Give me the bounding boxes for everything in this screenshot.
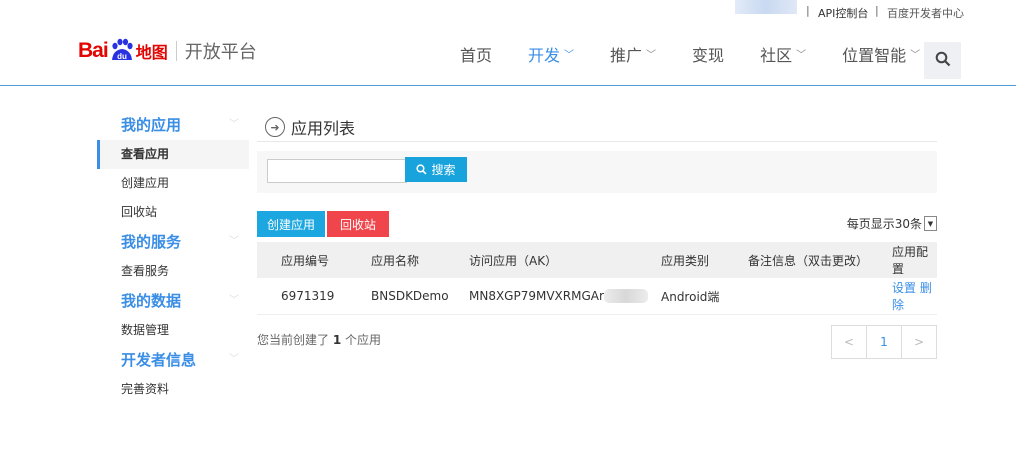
col-app-id: 应用编号 [281,253,330,268]
sidebar: 我的应用 ﹀ 查看应用 创建应用 回收站 我的服务 ﹀ 查看服务 我的数据 ﹀ 数据管… [97,110,249,404]
note-cell[interactable] [747,278,891,315]
logo-bai-text: Bai [78,39,109,62]
divider: | [875,4,879,17]
table-row: 6971319 BNSDKDemo MN8XGP79MVXRMGAr Andro… [257,278,937,315]
sidebar-item-recycle-bin[interactable]: 回收站 [97,198,249,227]
page-number-current[interactable]: 1 [866,326,901,358]
page-title-text: 应用列表 [291,119,356,138]
sidebar-group-developer-info[interactable]: 开发者信息 ﹀ [97,345,249,375]
chevron-down-icon: ﹀ [229,295,239,306]
nav-item-monetize[interactable]: 变现 [692,42,724,66]
divider: | [806,4,810,17]
next-page-button[interactable]: > [901,326,936,358]
chevron-down-icon: ﹀ [910,50,921,61]
pagination: < 1 > [831,325,937,359]
logo-ditu-text: 地图 [135,43,168,62]
baidu-map-logo[interactable]: Bai du 地图 开放平台 [78,36,257,66]
sidebar-item-data-management[interactable]: 数据管理 [97,316,249,345]
api-console-link[interactable]: API控制台 [818,5,868,21]
search-panel: 搜索 [257,151,937,193]
app-search-input[interactable] [267,159,407,183]
table-footer: 您当前创建了 1 个应用 < 1 > [257,325,937,359]
sidebar-group-my-apps[interactable]: 我的应用 ﹀ [97,110,249,140]
app-count-text: 您当前创建了 1 个应用 [257,333,382,347]
col-app-category: 应用类别 [661,253,710,268]
app-category-cell: Android端 [661,289,720,304]
recycle-bin-button[interactable]: 回收站 [327,211,389,237]
nav-item-develop[interactable]: 开发 ﹀ [528,42,574,66]
table-header-row: 应用编号 应用名称 访问应用（AK） 应用类别 备注信息（双击更改） 应用配置 [257,242,937,278]
prev-page-button[interactable]: < [832,326,866,358]
create-app-button[interactable]: 创建应用 [257,211,325,237]
nav-item-promote[interactable]: 推广 ﹀ [610,42,656,66]
chevron-down-icon: ﹀ [796,50,807,61]
action-row: 创建应用 回收站 每页显示30条 ▼ [257,211,937,237]
app-id-cell: 6971319 [281,289,335,303]
user-name-redacted [735,0,797,14]
app-name-cell: BNSDKDemo [371,289,449,303]
baidu-paw-icon: du [109,38,135,64]
sidebar-item-view-services[interactable]: 查看服务 [97,257,249,286]
app-config-cell: 设置 删除 [891,278,937,315]
chevron-down-icon: ﹀ [229,236,239,247]
platform-name: 开放平台 [184,42,257,63]
chevron-down-icon: ﹀ [229,354,239,365]
main-header: Bai du 地图 开放平台 首页 开发 ﹀ 推广 ﹀ 变现 社区 ﹀ 位置智能 ﹀ [0,22,1016,86]
chevron-down-icon: ﹀ [646,50,657,61]
app-table: 应用编号 应用名称 访问应用（AK） 应用类别 备注信息（双击更改） 应用配置 … [257,242,937,315]
chevron-down-icon: ﹀ [229,119,239,130]
top-utility-bar: | API控制台 | 百度开发者中心 [0,0,1016,22]
nav-item-home[interactable]: 首页 [460,42,492,66]
settings-link[interactable]: 设置 [892,281,916,295]
dropdown-arrow-icon: ▼ [924,216,937,231]
sidebar-item-view-apps[interactable]: 查看应用 [97,140,249,169]
nav-item-community[interactable]: 社区 ﹀ [760,42,806,66]
per-page-value: 每页显示30条 [846,217,922,231]
col-access-key: 访问应用（AK） [469,253,558,268]
main-content: ➜ 应用列表 搜索 创建应用 回收站 每页显示30条 ▼ 应用编号 应用名称 访… [257,113,937,359]
sidebar-item-create-app[interactable]: 创建应用 [97,169,249,198]
access-key-cell: MN8XGP79MVXRMGAr [468,278,660,315]
logo-du-text: du [117,52,127,61]
nav-item-location-intelligence[interactable]: 位置智能 ﹀ [842,42,920,66]
search-button[interactable]: 搜索 [405,157,467,182]
main-nav: 首页 开发 ﹀ 推广 ﹀ 变现 社区 ﹀ 位置智能 ﹀ [460,22,956,85]
page-title: ➜ 应用列表 [257,113,937,142]
sidebar-group-my-data[interactable]: 我的数据 ﹀ [97,286,249,316]
col-app-config: 应用配置 [892,245,929,276]
col-note: 备注信息（双击更改） [748,253,869,268]
col-app-name: 应用名称 [371,253,420,268]
chevron-down-icon: ﹀ [564,50,575,61]
sidebar-item-complete-profile[interactable]: 完善资料 [97,375,249,404]
dev-center-link[interactable]: 百度开发者中心 [887,5,964,21]
per-page-select[interactable]: 每页显示30条 ▼ [847,215,937,232]
arrow-right-circle-icon: ➜ [265,117,285,137]
logo-divider [175,41,177,61]
header-search-button[interactable] [924,42,961,79]
redacted-mask [603,289,648,304]
search-icon [935,51,951,70]
sidebar-group-my-services[interactable]: 我的服务 ﹀ [97,227,249,257]
search-icon [416,164,428,175]
